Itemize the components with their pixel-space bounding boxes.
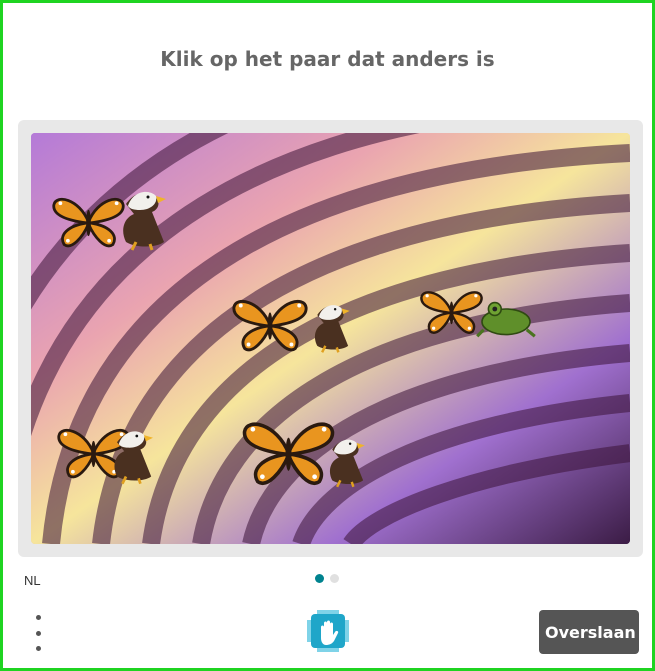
challenge-image[interactable] [31, 133, 630, 544]
menu-icon[interactable] [31, 615, 45, 651]
page-dot-active [315, 574, 324, 583]
language-selector[interactable]: NL [24, 573, 41, 588]
page-dot [330, 574, 339, 583]
dot [35, 615, 41, 620]
challenge-prompt: Klik op het paar dat anders is [160, 47, 495, 71]
hand-logo-icon [307, 610, 349, 652]
dot [35, 646, 41, 651]
captcha-window: Klik op het paar dat anders is NL Oversl… [0, 0, 655, 671]
pagination-dots [315, 574, 339, 583]
skip-button[interactable]: Overslaan [539, 610, 639, 654]
dot [35, 630, 41, 636]
image-panel [18, 120, 643, 557]
challenge-canvas[interactable] [31, 133, 630, 544]
